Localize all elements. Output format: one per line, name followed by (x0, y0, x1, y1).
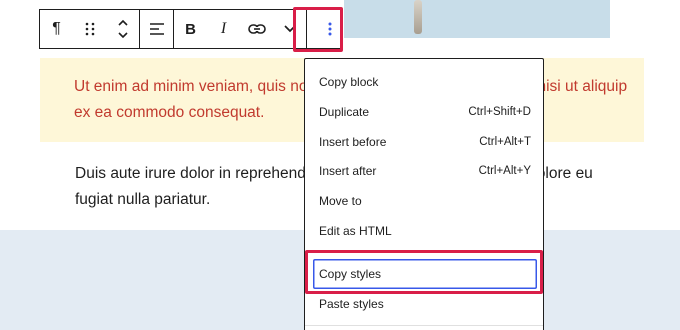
menu-item-shortcut: Ctrl+Shift+D (468, 106, 531, 118)
menu-item-duplicate[interactable]: Duplicate Ctrl+Shift+D (313, 97, 537, 127)
menu-item-label: Insert after (319, 164, 377, 178)
menu-item-label: Copy block (319, 75, 379, 89)
menu-divider (305, 325, 543, 326)
link-icon[interactable] (240, 10, 273, 48)
menu-item-move-to[interactable]: Move to (313, 186, 537, 216)
options-button-highlight (293, 7, 343, 52)
align-left-icon[interactable] (140, 10, 173, 48)
move-up-down-icon[interactable] (106, 10, 139, 48)
formatting-group: B I (174, 10, 307, 48)
paragraph-icon[interactable]: ¶ (40, 10, 73, 48)
menu-item-label: Paste styles (319, 297, 384, 311)
menu-item-label: Edit as HTML (319, 224, 392, 238)
alignment-group (140, 10, 174, 48)
italic-button[interactable]: I (207, 10, 240, 48)
bold-button[interactable]: B (174, 10, 207, 48)
menu-item-shortcut: Ctrl+Alt+Y (478, 165, 531, 177)
drag-handle-icon[interactable] (73, 10, 106, 48)
menu-item-copy-block[interactable]: Copy block (313, 67, 537, 97)
image-figure (414, 0, 422, 34)
menu-item-insert-before[interactable]: Insert before Ctrl+Alt+T (313, 127, 537, 157)
block-switcher-group: ¶ (40, 10, 140, 48)
menu-item-label: Insert before (319, 135, 387, 149)
menu-item-shortcut: Ctrl+Alt+T (479, 136, 531, 148)
menu-item-label: Duplicate (319, 105, 370, 119)
menu-item-insert-after[interactable]: Insert after Ctrl+Alt+Y (313, 156, 537, 186)
menu-item-label: Move to (319, 194, 362, 208)
image-block[interactable] (344, 0, 610, 38)
copy-styles-highlight (305, 250, 543, 294)
menu-item-edit-as-html[interactable]: Edit as HTML (313, 216, 537, 246)
